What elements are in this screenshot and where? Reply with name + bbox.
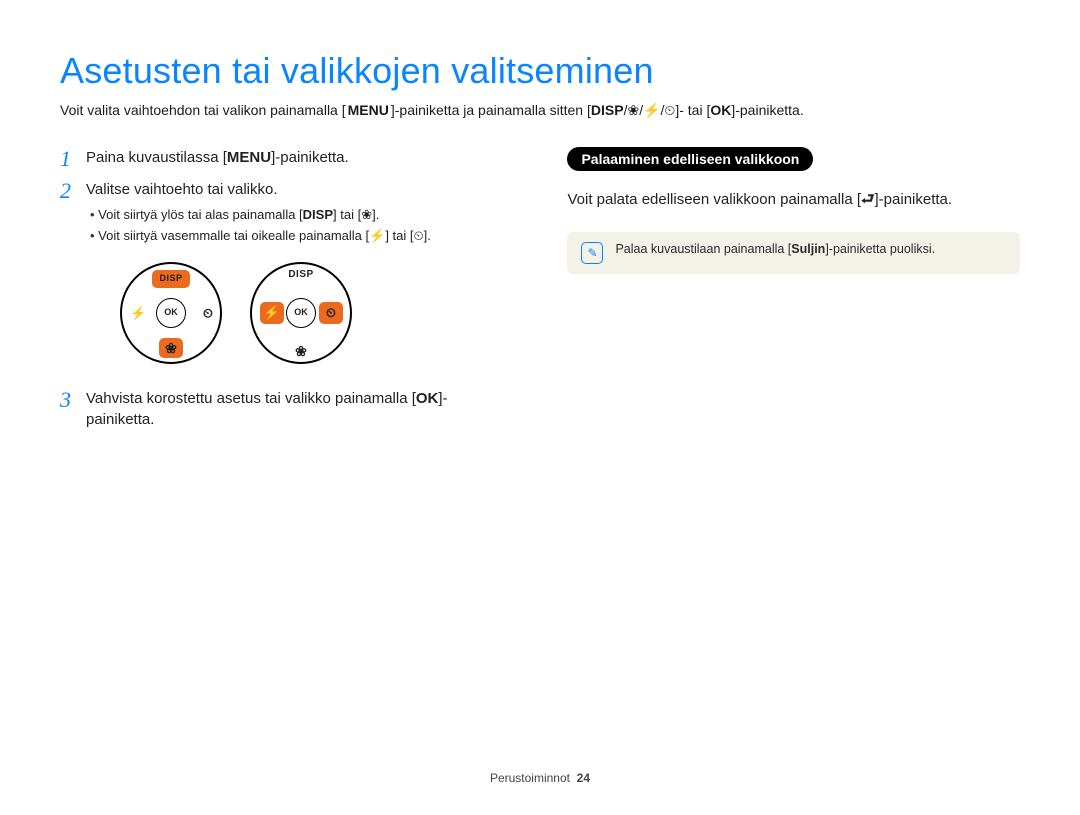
text: ]-painiketta. bbox=[271, 149, 349, 166]
document-page: Asetusten tai valikkojen valitseminen Vo… bbox=[0, 0, 1080, 815]
macro-icon: ❀ bbox=[165, 341, 177, 355]
text: ]-painiketta ja painamalla sitten [ bbox=[391, 102, 591, 118]
text: ]-painiketta puoliksi. bbox=[825, 242, 935, 256]
flash-icon: ⚡ bbox=[264, 306, 280, 319]
dial-right: ⏲ bbox=[203, 306, 213, 319]
text: ] tai [ bbox=[385, 228, 413, 243]
text: Voit siirtyä ylös tai alas painamalla [ bbox=[98, 207, 302, 222]
timer-icon: ⏲ bbox=[414, 228, 424, 243]
shutter-label: Suljin bbox=[791, 242, 825, 256]
bullet-item: Voit siirtyä vasemmalle tai oikealle pai… bbox=[90, 227, 431, 245]
nav-dial-horizontal: DISP ⚡ ⏲ ❀ OK bbox=[250, 262, 352, 364]
step-2: 2 Valitse vaihtoehto tai valikko. Voit s… bbox=[60, 179, 493, 379]
step-3: 3 Vahvista korostettu asetus tai valikko… bbox=[60, 388, 493, 430]
step-body: Valitse vaihtoehto tai valikko. Voit sii… bbox=[86, 179, 431, 379]
page-number: 24 bbox=[577, 771, 590, 785]
steps-list: 1 Paina kuvaustilassa [MENU]-painiketta.… bbox=[60, 147, 493, 430]
text: ]-painiketta. bbox=[731, 102, 803, 118]
text: Paina kuvaustilassa [ bbox=[86, 149, 227, 166]
dial-center: OK bbox=[286, 298, 316, 328]
step-number: 2 bbox=[60, 179, 86, 203]
step-number: 3 bbox=[60, 388, 86, 412]
text: ]-painiketta. bbox=[875, 191, 953, 208]
dial-right-highlight: ⏲ bbox=[319, 302, 343, 324]
dial-center: OK bbox=[156, 298, 186, 328]
text: Vahvista korostettu asetus tai valikko p… bbox=[86, 390, 416, 407]
step-body: Paina kuvaustilassa [MENU]-painiketta. bbox=[86, 147, 349, 168]
menu-label: MENU bbox=[346, 102, 391, 118]
right-column: Palaaminen edelliseen valikkoon Voit pal… bbox=[567, 147, 1020, 438]
note-icon: ✎ bbox=[581, 242, 603, 264]
text: Voit valita vaihtoehdon tai valikon pain… bbox=[60, 102, 346, 118]
ok-label: OK bbox=[416, 390, 439, 407]
disp-label: DISP bbox=[159, 274, 182, 283]
text: Voit palata edelliseen valikkoon painama… bbox=[567, 191, 861, 208]
text: Voit siirtyä vasemmalle tai oikealle pai… bbox=[98, 228, 369, 243]
bullet-item: Voit siirtyä ylös tai alas painamalla [D… bbox=[90, 206, 431, 224]
return-icon: ⮐ bbox=[861, 191, 875, 208]
columns: 1 Paina kuvaustilassa [MENU]-painiketta.… bbox=[60, 147, 1020, 438]
bullets: Voit siirtyä ylös tai alas painamalla [D… bbox=[90, 206, 431, 245]
flash-icon: ⚡ bbox=[643, 102, 660, 118]
page-footer: Perustoiminnot 24 bbox=[0, 771, 1080, 785]
dial-left: ⚡ bbox=[130, 306, 146, 319]
step-1: 1 Paina kuvaustilassa [MENU]-painiketta. bbox=[60, 147, 493, 171]
text: ]- tai [ bbox=[675, 102, 710, 118]
step-number: 1 bbox=[60, 147, 86, 171]
disp-label: DISP bbox=[303, 207, 333, 222]
dial-bottom-highlight: ❀ bbox=[159, 338, 183, 358]
dial-left-highlight: ⚡ bbox=[260, 302, 284, 324]
intro-paragraph: Voit valita vaihtoehdon tai valikon pain… bbox=[60, 102, 1020, 119]
dial-top: DISP bbox=[288, 270, 313, 280]
note-text: Palaa kuvaustilaan painamalla [Suljin]-p… bbox=[615, 242, 935, 256]
menu-label: MENU bbox=[227, 149, 271, 166]
text: Valitse vaihtoehto tai valikko. bbox=[86, 181, 278, 198]
ok-label: OK bbox=[710, 102, 731, 118]
text: ]. bbox=[372, 207, 379, 222]
text: ]. bbox=[424, 228, 431, 243]
macro-icon: ❀ bbox=[361, 207, 372, 222]
note-callout: ✎ Palaa kuvaustilaan painamalla [Suljin]… bbox=[567, 232, 1020, 274]
dial-bottom: ❀ bbox=[295, 344, 307, 358]
step-body: Vahvista korostettu asetus tai valikko p… bbox=[86, 388, 493, 430]
dial-diagrams: DISP ⚡ ⏲ ❀ OK DISP ⚡ ⏲ ❀ bbox=[120, 262, 431, 364]
flash-icon: ⚡ bbox=[369, 228, 385, 243]
page-title: Asetusten tai valikkojen valitseminen bbox=[60, 50, 1020, 92]
macro-icon: ❀ bbox=[627, 102, 639, 118]
disp-label: DISP bbox=[591, 102, 624, 118]
section-pill: Palaaminen edelliseen valikkoon bbox=[567, 147, 813, 171]
text: Palaa kuvaustilaan painamalla [ bbox=[615, 242, 791, 256]
text: ] tai [ bbox=[333, 207, 361, 222]
timer-icon: ⏲ bbox=[326, 306, 336, 319]
timer-icon: ⏲ bbox=[664, 102, 675, 118]
dial-top-highlight: DISP bbox=[152, 270, 190, 288]
return-paragraph: Voit palata edelliseen valikkoon painama… bbox=[567, 189, 1020, 214]
footer-label: Perustoiminnot bbox=[490, 771, 570, 785]
left-column: 1 Paina kuvaustilassa [MENU]-painiketta.… bbox=[60, 147, 493, 438]
nav-dial-vertical: DISP ⚡ ⏲ ❀ OK bbox=[120, 262, 222, 364]
